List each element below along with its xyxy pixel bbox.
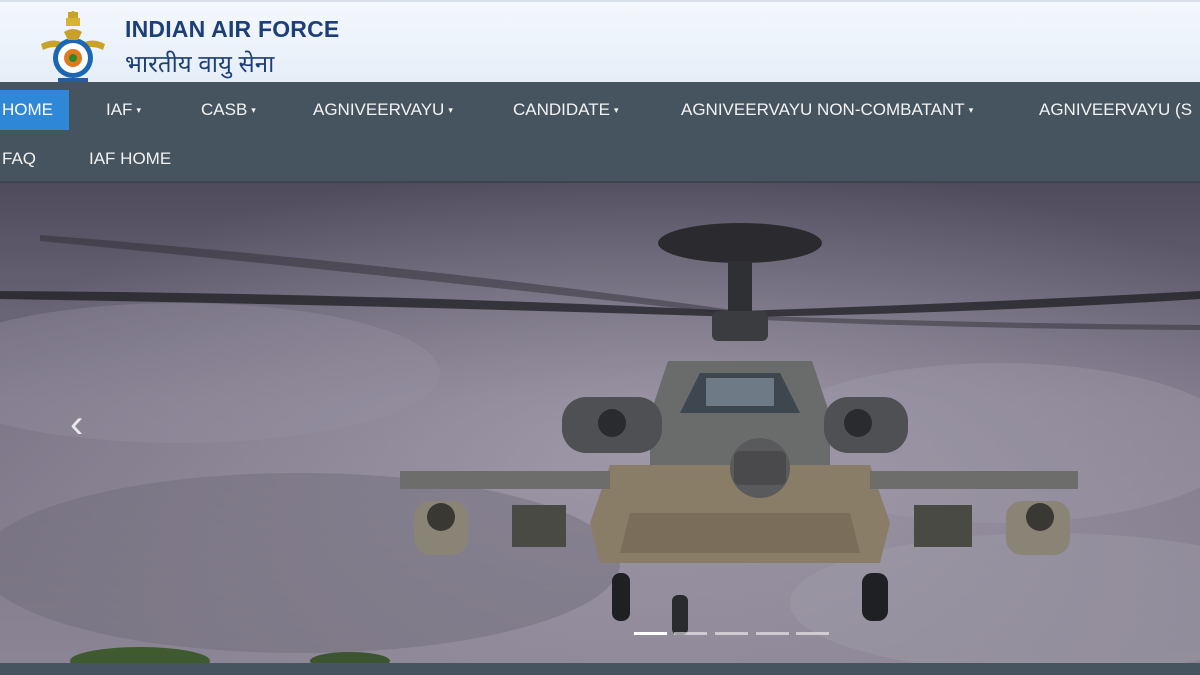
carousel-indicator-2[interactable] — [674, 632, 707, 635]
nav-iaf[interactable]: IAF ▾ — [106, 90, 141, 130]
carousel-indicator-5[interactable] — [796, 632, 829, 635]
carousel-indicator-3[interactable] — [715, 632, 748, 635]
site-header: INDIAN AIR FORCE भारतीय वायु सेना — [0, 0, 1200, 84]
nav-faq-label: FAQ — [2, 149, 37, 168]
nav-home-label: HOME — [2, 100, 53, 119]
main-navbar: HOME IAF ▾ CASB ▾ AGNIVEERVAYU ▾ CANDIDATE ▾… — [0, 82, 1200, 183]
chevron-down-icon: ▾ — [613, 105, 619, 115]
nav-agniveervayu-sports[interactable]: AGNIVEERVAYU (S — [1039, 90, 1192, 130]
nav-candidate[interactable]: CANDIDATE ▾ — [513, 90, 619, 130]
nav-agniveervayu-non-combatant-label: AGNIVEERVAYU NON-COMBATANT — [681, 100, 965, 119]
nav-iaf-home-label: IAF HOME — [89, 149, 172, 168]
carousel-indicator-1[interactable] — [634, 632, 667, 635]
chevron-down-icon: ▾ — [448, 105, 453, 115]
nav-iaf-label: IAF — [106, 100, 133, 119]
carousel-indicator-4[interactable] — [756, 632, 789, 635]
nav-iaf-home[interactable]: IAF HOME — [89, 139, 171, 179]
chevron-left-icon[interactable]: ‹ — [70, 404, 100, 444]
iaf-emblem-icon[interactable] — [38, 10, 108, 84]
chevron-down-icon: ▾ — [968, 105, 974, 115]
nav-faq[interactable]: FAQ — [2, 139, 36, 179]
nav-candidate-label: CANDIDATE — [513, 100, 610, 119]
slide-image — [0, 183, 1200, 663]
site-title-hindi: भारतीय वायु सेना — [125, 51, 275, 78]
chevron-down-icon: ▾ — [136, 105, 141, 115]
nav-home[interactable]: HOME — [0, 90, 69, 130]
section-divider — [0, 663, 1200, 675]
nav-casb-label: CASB — [201, 100, 248, 119]
nav-agniveervayu-label: AGNIVEERVAYU — [313, 100, 445, 119]
nav-agniveervayu[interactable]: AGNIVEERVAYU ▾ — [313, 90, 453, 130]
site-title-english: INDIAN AIR FORCE — [125, 16, 340, 42]
hero-carousel[interactable] — [0, 183, 1200, 663]
nav-agniveervayu-sports-label: AGNIVEERVAYU (S — [1039, 100, 1193, 119]
nav-casb[interactable]: CASB ▾ — [201, 90, 256, 130]
nav-agniveervayu-non-combatant[interactable]: AGNIVEERVAYU NON-COMBATANT ▾ — [681, 90, 973, 130]
chevron-down-icon: ▾ — [251, 105, 256, 115]
